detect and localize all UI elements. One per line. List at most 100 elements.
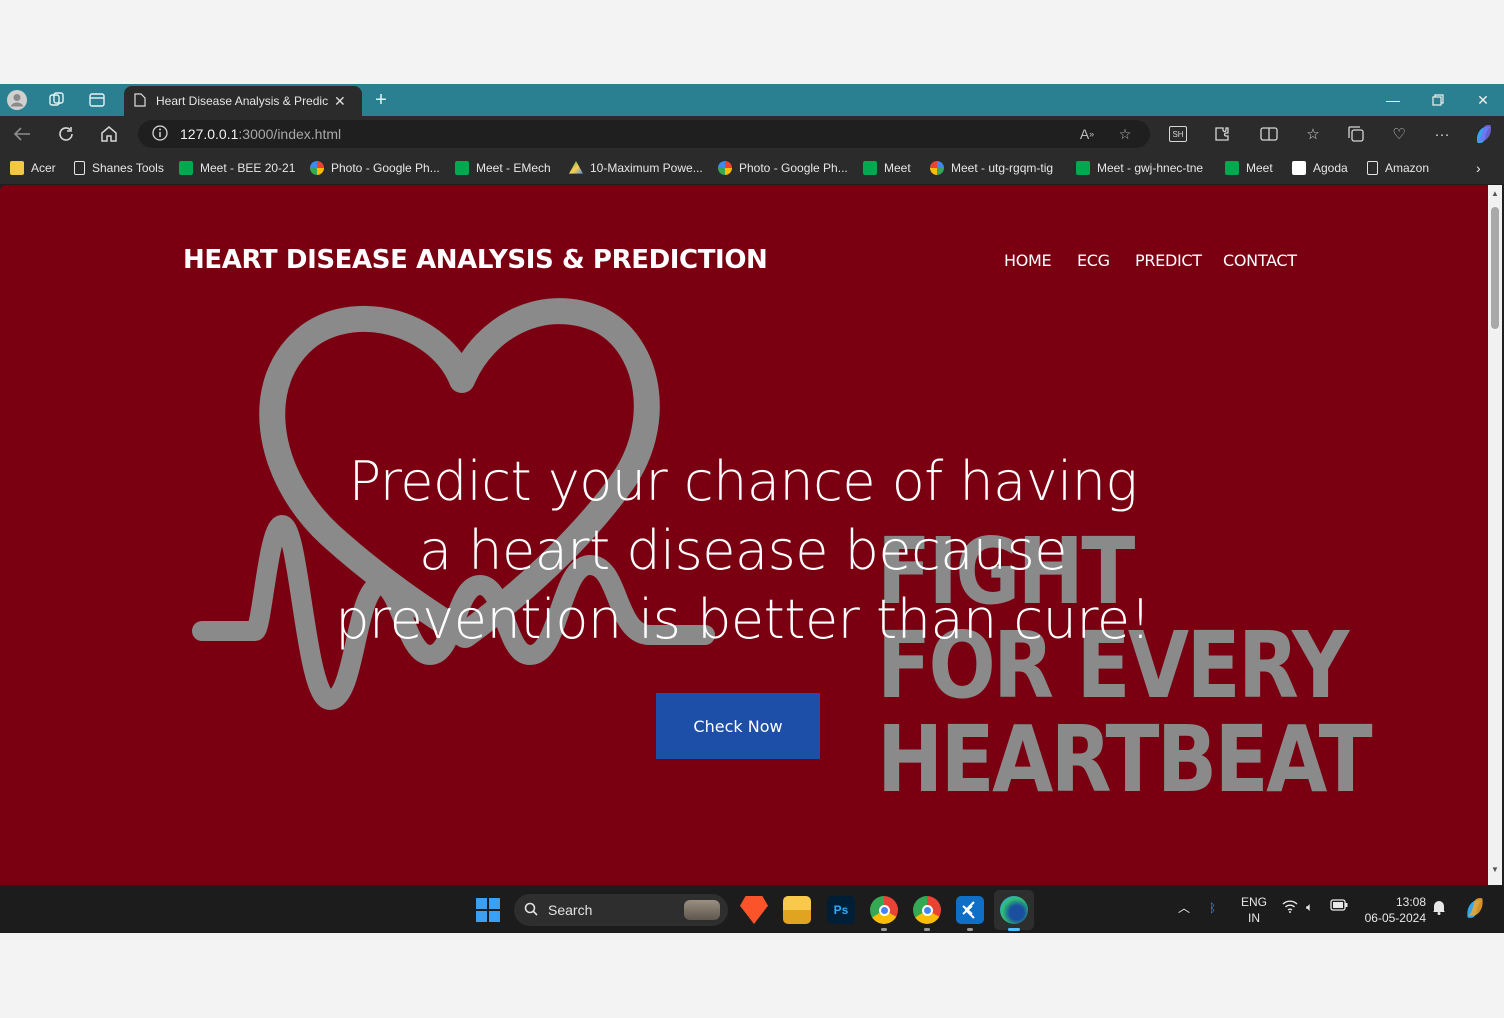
bookmark-item[interactable]: Meet - EMech bbox=[455, 159, 551, 177]
refresh-icon[interactable] bbox=[54, 123, 78, 145]
bookmark-item[interactable]: 10-Maximum Powe... bbox=[569, 159, 703, 177]
split-screen-icon[interactable] bbox=[1257, 123, 1281, 145]
running-indicator bbox=[967, 928, 973, 931]
hero-headline: Predict your chance of having a heart di… bbox=[300, 447, 1186, 654]
url-path: :3000/index.html bbox=[238, 126, 342, 142]
tab-active[interactable]: Heart Disease Analysis & Predict ✕ bbox=[124, 86, 362, 116]
bookmark-item[interactable]: Amazon bbox=[1367, 159, 1429, 177]
extensions-icon[interactable] bbox=[1210, 123, 1234, 145]
headline-line: a heart disease because bbox=[419, 519, 1067, 582]
google-icon bbox=[930, 161, 944, 175]
bookmarks-overflow-chevron-icon[interactable]: › bbox=[1476, 159, 1481, 177]
folder-icon bbox=[10, 161, 24, 175]
brave-icon[interactable] bbox=[740, 896, 768, 924]
windows-start-icon[interactable] bbox=[476, 898, 500, 922]
photos-icon bbox=[718, 161, 732, 175]
volume-icon[interactable]: 🔈︎ bbox=[1306, 899, 1313, 915]
site-brand[interactable]: HEART DISEASE ANALYSIS & PREDICTION bbox=[183, 245, 768, 275]
toolbar: 127.0.0.1:3000/index.html A» ☆ SH ☆ ♡ ··… bbox=[0, 116, 1504, 152]
edge-icon[interactable] bbox=[1000, 896, 1028, 924]
home-icon[interactable] bbox=[97, 123, 121, 145]
bookmark-item[interactable]: Photo - Google Ph... bbox=[718, 159, 848, 177]
nav-home[interactable]: HOME bbox=[1004, 251, 1052, 270]
favorites-icon[interactable]: ☆ bbox=[1301, 123, 1325, 145]
read-aloud-icon[interactable]: A» bbox=[1076, 125, 1098, 143]
bookmark-item[interactable]: Meet - BEE 20-21 bbox=[179, 159, 295, 177]
search-placeholder: Search bbox=[548, 902, 593, 918]
page-viewport: FIGHT FOR EVERY HEARTBEAT HEART DISEASE … bbox=[0, 185, 1488, 885]
bookmarks-bar: Acer Shanes Tools Meet - BEE 20-21 Photo… bbox=[0, 152, 1504, 184]
photos-icon bbox=[310, 161, 324, 175]
search-icon bbox=[524, 902, 538, 919]
copilot-icon[interactable] bbox=[1472, 123, 1496, 145]
address-bar[interactable]: 127.0.0.1:3000/index.html A» ☆ bbox=[138, 120, 1150, 148]
taskbar-search[interactable]: Search bbox=[514, 894, 728, 926]
meet-icon bbox=[1076, 161, 1090, 175]
active-indicator bbox=[1008, 928, 1020, 931]
restore-icon[interactable] bbox=[1415, 84, 1461, 116]
sh-extension-icon[interactable]: SH bbox=[1166, 123, 1190, 145]
file-explorer-icon[interactable] bbox=[783, 896, 811, 924]
clock[interactable]: 13:08 06-05-2024 bbox=[1360, 894, 1426, 926]
tab-actions-icon[interactable] bbox=[86, 89, 108, 111]
battery-icon[interactable] bbox=[1330, 899, 1348, 915]
notification-bell-icon[interactable] bbox=[1432, 899, 1446, 919]
new-tab-icon[interactable]: + bbox=[370, 89, 392, 111]
windows-taskbar: Search Ps ︿ ᛒ ENG IN 🔈︎ 13:08 06-05-2024 bbox=[0, 886, 1504, 933]
browser-window: Heart Disease Analysis & Predict ✕ + — ✕… bbox=[0, 84, 1504, 933]
bookmark-item[interactable]: Meet bbox=[863, 159, 911, 177]
scroll-down-icon[interactable]: ▼ bbox=[1491, 865, 1499, 874]
check-now-button[interactable]: Check Now bbox=[656, 693, 820, 759]
meet-icon bbox=[455, 161, 469, 175]
url-host: 127.0.0.1 bbox=[180, 126, 239, 142]
collections-icon[interactable] bbox=[1344, 123, 1368, 145]
nav-contact[interactable]: CONTACT bbox=[1223, 251, 1297, 270]
profile-avatar-icon[interactable] bbox=[6, 89, 28, 111]
scroll-thumb[interactable] bbox=[1491, 207, 1499, 329]
minimize-icon[interactable]: — bbox=[1370, 84, 1416, 116]
running-indicator bbox=[924, 928, 930, 931]
bookmark-item[interactable]: Photo - Google Ph... bbox=[310, 159, 440, 177]
site-info-icon[interactable] bbox=[152, 124, 168, 144]
back-icon[interactable] bbox=[10, 123, 34, 145]
nav-predict[interactable]: PREDICT bbox=[1135, 251, 1202, 270]
title-bar: Heart Disease Analysis & Predict ✕ + — ✕ bbox=[0, 84, 1504, 116]
close-window-icon[interactable]: ✕ bbox=[1460, 84, 1504, 116]
page-icon bbox=[1367, 161, 1378, 175]
tab-title: Heart Disease Analysis & Predict bbox=[156, 94, 328, 108]
browser-essentials-icon[interactable]: ♡ bbox=[1387, 123, 1411, 145]
bookmark-item[interactable]: Meet bbox=[1225, 159, 1273, 177]
headline-line: prevention is better than cure! bbox=[335, 588, 1151, 651]
chrome-profile-icon[interactable] bbox=[913, 896, 941, 924]
copilot-taskbar-icon[interactable] bbox=[1462, 896, 1488, 922]
bookmark-item[interactable]: Acer bbox=[10, 159, 56, 177]
nav-ecg[interactable]: ECG bbox=[1077, 251, 1110, 270]
bookmark-item[interactable]: Shanes Tools bbox=[74, 159, 164, 177]
bookmark-item[interactable]: Meet - gwj-hnec-tne bbox=[1076, 159, 1203, 177]
page-icon bbox=[134, 92, 146, 110]
photoshop-icon[interactable]: Ps bbox=[827, 896, 855, 924]
bookmark-item[interactable]: Meet - utg-rgqm-tig bbox=[930, 159, 1053, 177]
scroll-up-icon[interactable]: ▲ bbox=[1491, 189, 1499, 198]
drive-icon bbox=[569, 161, 583, 174]
wifi-icon[interactable] bbox=[1282, 899, 1298, 917]
bluetooth-icon[interactable]: ᛒ bbox=[1209, 900, 1216, 916]
agoda-icon bbox=[1292, 161, 1306, 175]
slogan-line: HEARTBEAT bbox=[877, 706, 1373, 813]
close-tab-icon[interactable]: ✕ bbox=[334, 93, 346, 110]
search-highlight-icon bbox=[684, 900, 720, 920]
language-indicator[interactable]: ENG IN bbox=[1240, 894, 1268, 926]
favorite-star-icon[interactable]: ☆ bbox=[1114, 125, 1136, 143]
chrome-icon[interactable] bbox=[870, 896, 898, 924]
tray-overflow-chevron-icon[interactable]: ︿ bbox=[1178, 900, 1190, 916]
more-menu-icon[interactable]: ··· bbox=[1430, 123, 1454, 145]
meet-icon bbox=[1225, 161, 1239, 175]
headline-line: Predict your chance of having bbox=[348, 450, 1138, 513]
vscode-icon[interactable] bbox=[956, 896, 984, 924]
page-scrollbar[interactable]: ▲ ▼ bbox=[1488, 185, 1502, 885]
meet-icon bbox=[863, 161, 877, 175]
bookmark-item[interactable]: Agoda bbox=[1292, 159, 1348, 177]
running-indicator bbox=[881, 928, 887, 931]
workspaces-icon[interactable] bbox=[46, 89, 68, 111]
meet-icon bbox=[179, 161, 193, 175]
